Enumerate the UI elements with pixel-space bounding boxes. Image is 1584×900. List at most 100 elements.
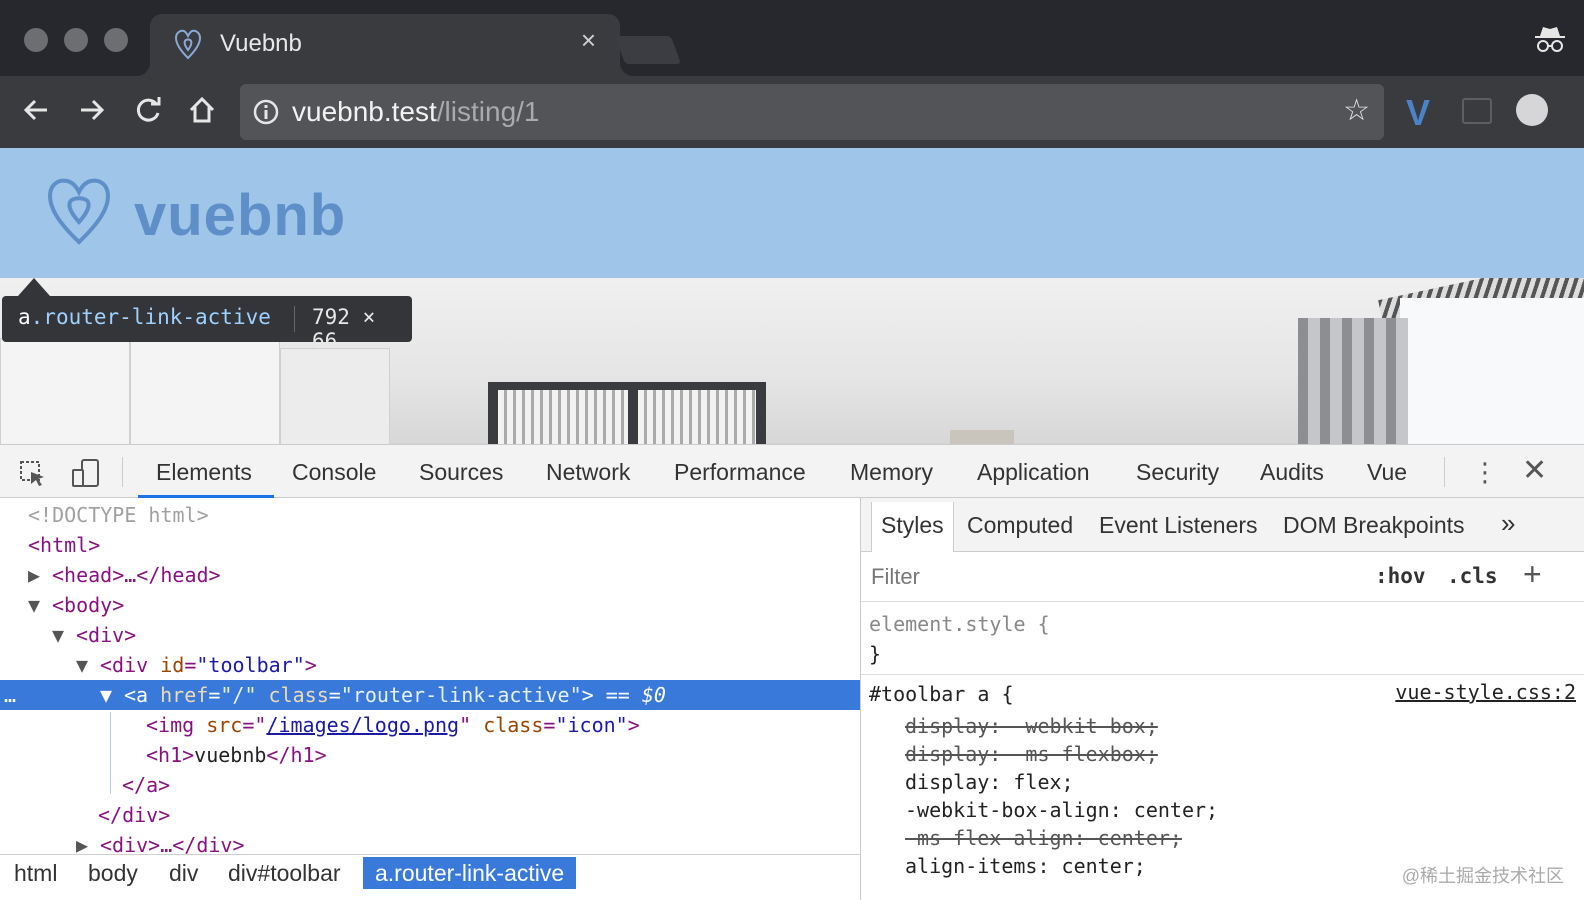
tab-performance[interactable]: Performance [674,459,806,486]
dom-node-body[interactable]: ▼ <body> [0,590,860,620]
elements-tree[interactable]: <!DOCTYPE html> <html> ▶ <head>…</head> ▼… [0,498,860,854]
tab-memory[interactable]: Memory [850,459,933,486]
rule-source-link[interactable]: vue-style.css:2 [1395,680,1576,704]
css-declaration[interactable]: display: flex; [905,770,1074,794]
css-declaration[interactable]: display: -ms-flexbox; [905,742,1158,766]
tab-audits[interactable]: Audits [1260,459,1324,486]
more-options-icon[interactable]: ⋮ [1472,455,1498,489]
dom-node-html[interactable]: <html> [0,530,860,560]
tab-vue[interactable]: Vue [1367,459,1407,486]
tag-name: img [158,713,195,737]
collapse-triangle-icon[interactable]: ▼ [76,650,100,680]
tooltip-selector: a.router-link-active [18,305,271,329]
expand-triangle-icon[interactable]: ▶ [76,830,100,854]
home-icon [189,96,215,123]
dom-node-a-close[interactable]: </a> [0,770,860,800]
collapse-triangle-icon[interactable]: ▼ [28,590,52,620]
class-toggle[interactable]: .cls [1447,564,1498,588]
tab-network[interactable]: Network [546,459,630,486]
dom-node-head[interactable]: ▶ <head>…</head> [0,560,860,590]
styles-filter-input[interactable]: Filter [871,564,920,590]
attr-value[interactable]: "/" [220,683,256,707]
toolbar-separator [122,457,123,487]
window-close-button[interactable] [24,28,48,52]
curtain [1298,318,1408,444]
css-declaration[interactable]: -webkit-box-align: center; [905,798,1218,822]
brand-title[interactable]: vuebnb [134,182,346,249]
tab-event-listeners[interactable]: Event Listeners [1099,512,1258,539]
tab-computed[interactable]: Computed [967,512,1073,539]
window-minimize-button[interactable] [64,28,88,52]
dom-node-div[interactable]: ▼ <div> [0,620,860,650]
vue-devtools-extension-icon[interactable]: V [1406,92,1430,134]
bracket: " [459,713,472,737]
breadcrumb-a-router-link-active[interactable]: a.router-link-active [363,857,577,889]
close-devtools-icon[interactable]: ✕ [1522,453,1547,489]
dom-node-div-close[interactable]: </div> [0,800,860,830]
reload-button[interactable] [128,90,168,130]
bookmark-star-icon[interactable]: ☆ [1343,96,1370,126]
window-zoom-button[interactable] [104,28,128,52]
tab-styles[interactable]: Styles [871,502,954,552]
room-window [488,382,766,444]
breadcrumb-html[interactable]: html [14,857,57,889]
bracket: > [581,683,594,707]
attr-name: id [160,653,185,677]
update-extension-icon[interactable] [1516,94,1548,126]
dom-node-toolbar[interactable]: ▼ <div id="toolbar"> [0,650,860,680]
dom-node-doctype[interactable]: <!DOCTYPE html> [0,500,860,530]
tooltip-class: .router-link-active [30,305,271,329]
attr-name: href [160,683,209,707]
img-src-link[interactable]: /images/logo.png [266,713,459,737]
dom-node-div-collapsed[interactable]: ▶ <div>…</div> [0,830,860,854]
forward-button[interactable] [72,90,112,130]
css-declaration[interactable]: -ms-flex-align: center; [905,826,1182,850]
bracket: = [208,683,221,707]
tab-security[interactable]: Security [1136,459,1219,486]
tag-name: a [136,683,149,707]
device-toolbar-icon[interactable] [70,457,102,494]
address-bar[interactable]: vuebnb.test/listing/1 ☆ [240,84,1384,140]
breadcrumb-div-toolbar[interactable]: div#toolbar [228,857,341,889]
div-close-tag: </div> [98,803,171,827]
collapse-triangle-icon[interactable]: ▼ [100,680,124,710]
doctype-text: <!DOCTYPE html> [28,503,209,527]
breadcrumb-body[interactable]: body [88,857,138,889]
hover-state-toggle[interactable]: :hov [1375,564,1426,588]
bracket: = [328,683,341,707]
browser-tab-active[interactable]: Vuebnb × [136,14,634,76]
node-actions-icon[interactable]: … [4,680,16,710]
vuebnb-logo-icon[interactable] [46,176,112,251]
breadcrumb-div[interactable]: div [169,857,198,889]
bracket: < [100,653,113,677]
new-style-rule-icon[interactable]: + [1523,556,1542,593]
home-button[interactable] [182,90,222,130]
incognito-icon [1532,24,1568,59]
expand-triangle-icon[interactable]: ▶ [28,560,52,590]
url-text: vuebnb.test/listing/1 [292,96,540,128]
tab-dom-breakpoints[interactable]: DOM Breakpoints [1283,512,1465,539]
a-close-tag: </a> [122,773,171,797]
tab-console[interactable]: Console [292,459,376,486]
tooltip-divider [294,306,295,332]
element-style-selector[interactable]: element.style { [869,612,1050,636]
css-declaration[interactable]: display: -webkit-box; [905,714,1158,738]
tab-close-icon[interactable]: × [581,26,596,54]
dom-node-selected-anchor[interactable]: … ▼ <a href="/" class="router-link-active… [0,680,860,710]
css-declaration[interactable]: align-items: center; [905,854,1146,878]
collapse-triangle-icon[interactable]: ▼ [52,620,76,650]
tab-elements[interactable]: Elements [156,459,252,486]
tab-application[interactable]: Application [977,459,1090,486]
extension-icon[interactable] [1462,98,1492,124]
devtools-panel: Elements Console Sources Network Perform… [0,444,1584,900]
rule-selector[interactable]: #toolbar a { [869,682,1014,706]
bracket: < [146,713,159,737]
dom-node-img[interactable]: <img src="/images/logo.png" class="icon"… [0,710,860,740]
more-tabs-icon[interactable]: » [1501,508,1515,539]
site-info-icon[interactable] [252,98,280,131]
tab-sources[interactable]: Sources [419,459,503,486]
dom-node-h1[interactable]: <h1>vuebnb</h1> [0,740,860,770]
back-button[interactable] [16,90,56,130]
new-tab-button[interactable] [614,36,682,64]
inspect-element-icon[interactable] [18,459,48,494]
